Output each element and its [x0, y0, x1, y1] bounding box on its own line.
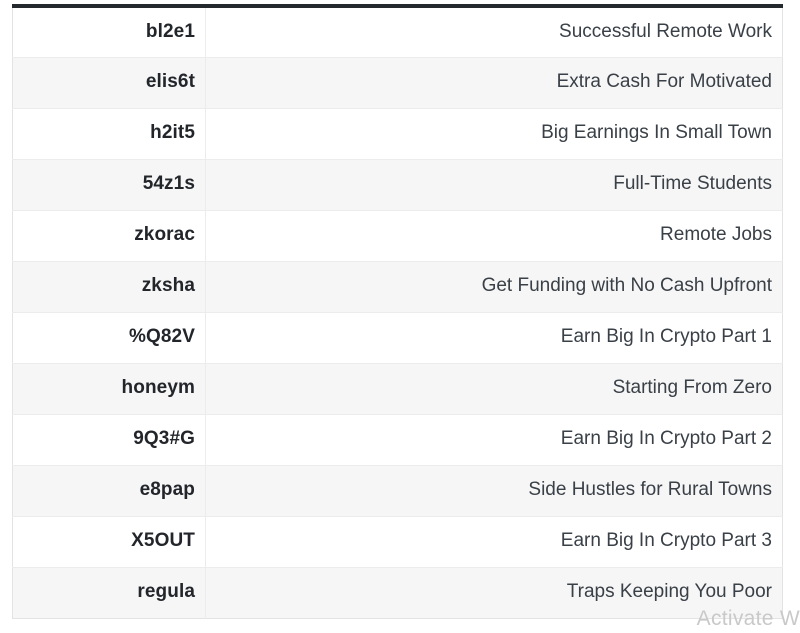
- row-title-cell: Traps Keeping You Poor: [566, 581, 772, 603]
- table-body: bl2e1 Successful Remote Work elis6t Extr…: [12, 6, 783, 618]
- table-row[interactable]: honeym Starting From Zero: [12, 363, 783, 415]
- row-code-cell: 9Q3#G: [12, 414, 206, 466]
- table-row[interactable]: %Q82V Earn Big In Crypto Part 1: [12, 312, 783, 364]
- table-row[interactable]: zksha Get Funding with No Cash Upfront: [12, 261, 783, 313]
- table-row[interactable]: X5OUT Earn Big In Crypto Part 3: [12, 516, 783, 568]
- row-code-cell: X5OUT: [12, 516, 206, 568]
- data-table: bl2e1 Successful Remote Work elis6t Extr…: [12, 4, 783, 619]
- row-title-cell: Big Earnings In Small Town: [205, 108, 783, 160]
- row-code-cell: %Q82V: [12, 312, 206, 364]
- table-row[interactable]: bl2e1 Successful Remote Work: [12, 6, 783, 58]
- table-row[interactable]: zkorac Remote Jobs: [12, 210, 783, 262]
- page-root: bl2e1 Successful Remote Work elis6t Extr…: [0, 0, 800, 633]
- table-row[interactable]: 54z1s Full-Time Students: [12, 159, 783, 211]
- row-title-cell: Earn Big In Crypto Part 3: [205, 516, 783, 568]
- row-title-cell: Earn Big In Crypto Part 2: [205, 414, 783, 466]
- row-code-cell: honeym: [12, 363, 206, 415]
- table-row[interactable]: regula Traps Keeping You Poor: [12, 567, 783, 618]
- row-code-cell: regula: [12, 567, 206, 618]
- table-row[interactable]: 9Q3#G Earn Big In Crypto Part 2: [12, 414, 783, 466]
- row-code-cell: zksha: [12, 261, 206, 313]
- row-title-cell: Side Hustles for Rural Towns: [205, 465, 783, 517]
- row-title-cell: Get Funding with No Cash Upfront: [205, 261, 783, 313]
- row-title-cell: Full-Time Students: [205, 159, 783, 211]
- row-code-cell: zkorac: [12, 210, 206, 262]
- row-code-cell: h2it5: [12, 108, 206, 160]
- row-code-cell: e8pap: [12, 465, 206, 517]
- row-title-cell: Successful Remote Work: [205, 6, 783, 58]
- row-code-cell: elis6t: [12, 57, 206, 109]
- table-row[interactable]: h2it5 Big Earnings In Small Town: [12, 108, 783, 160]
- table-row[interactable]: e8pap Side Hustles for Rural Towns: [12, 465, 783, 517]
- row-code-cell: bl2e1: [12, 6, 206, 58]
- row-title-cell: Starting From Zero: [205, 363, 783, 415]
- row-title-cell: Extra Cash For Motivated: [205, 57, 783, 109]
- data-table-container: bl2e1 Successful Remote Work elis6t Extr…: [12, 4, 783, 619]
- row-code-cell: 54z1s: [12, 159, 206, 211]
- table-row[interactable]: elis6t Extra Cash For Motivated: [12, 57, 783, 109]
- row-title-cell: Earn Big In Crypto Part 1: [205, 312, 783, 364]
- row-title-cell: Remote Jobs: [205, 210, 783, 262]
